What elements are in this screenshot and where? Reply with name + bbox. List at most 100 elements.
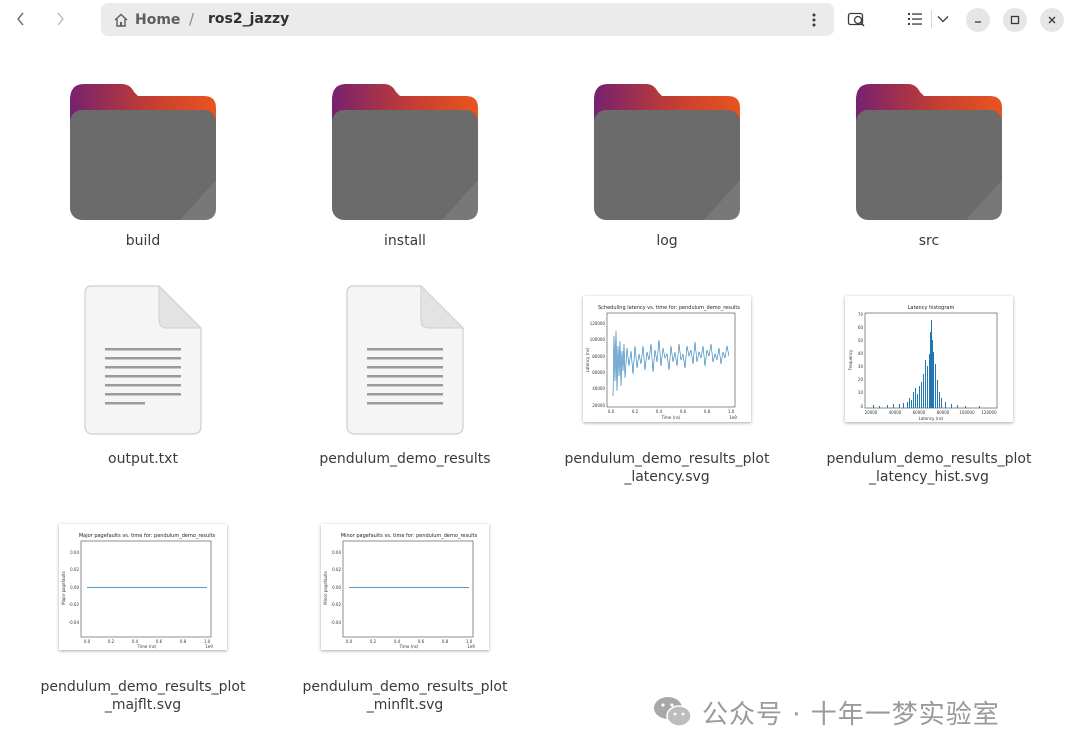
x-tick: 40000 <box>889 410 902 415</box>
file-label: pendulum_demo_results_plot _majflt.svg <box>28 678 258 714</box>
file-label-line1: pendulum_demo_results_plot <box>826 451 1032 467</box>
back-button[interactable] <box>6 4 36 34</box>
folder-icon <box>856 84 1002 220</box>
x-tick: 0.4 <box>656 409 663 414</box>
y-tick: -0.02 <box>331 602 342 607</box>
path-menu-button[interactable] <box>802 7 826 32</box>
maximize-icon <box>1010 15 1020 25</box>
chevron-right-icon <box>57 12 64 26</box>
folder-item-log[interactable]: log <box>552 76 782 250</box>
folder-icon <box>70 84 216 220</box>
kebab-menu-icon <box>812 13 816 26</box>
plot-title: Minor pagefaults vs. time for: pendulum_… <box>341 533 478 539</box>
y-tick: 40000 <box>592 386 605 391</box>
path-home-label: Home <box>135 11 181 28</box>
file-item-plot-latency-hist[interactable]: Latency histogram 70 60 50 40 30 20 10 0… <box>814 296 1044 486</box>
folder-item-install[interactable]: install <box>290 76 520 250</box>
forward-button[interactable] <box>45 4 75 34</box>
file-label-line2: _latency.svg <box>624 469 710 485</box>
scale-label: 1e9 <box>729 415 737 420</box>
list-view-icon <box>908 13 922 25</box>
search-button[interactable] <box>844 5 870 33</box>
x-label: Time (ns) <box>399 644 419 649</box>
wechat-icon <box>654 697 692 727</box>
y-label: Latency (ns) <box>585 347 590 372</box>
plot-title: Latency histogram <box>908 305 955 311</box>
x-tick: 120000 <box>981 410 997 415</box>
x-tick: 0.2 <box>108 639 115 644</box>
x-tick: 0.6 <box>680 409 687 414</box>
x-tick: 60000 <box>913 410 926 415</box>
header-separator <box>931 10 932 28</box>
latency-series-line <box>612 330 730 397</box>
watermark: 公众号 · 十年一梦实验室 <box>652 692 1000 732</box>
histogram-bars <box>873 320 980 408</box>
view-options-button[interactable] <box>934 5 952 33</box>
x-tick: 100000 <box>959 410 975 415</box>
maximize-button[interactable] <box>1003 8 1027 32</box>
x-tick: 80000 <box>937 410 950 415</box>
file-label-line2: _majflt.svg <box>104 697 182 713</box>
view-toggle-button[interactable] <box>903 5 927 33</box>
y-tick: 100000 <box>590 337 606 342</box>
file-label: pendulum_demo_results_plot _minflt.svg <box>290 678 520 714</box>
y-tick: -0.02 <box>69 602 80 607</box>
y-tick: 120000 <box>590 321 606 326</box>
file-item-plot-majflt[interactable]: Major pagefaults vs. time for: pendulum_… <box>28 524 258 714</box>
file-item-pendulum-demo-results[interactable]: pendulum_demo_results <box>290 284 520 468</box>
svg-thumbnail: Minor pagefaults vs. time for: pendulum_… <box>321 524 489 650</box>
minimize-icon <box>975 21 981 23</box>
svg-thumbnail: Latency histogram 70 60 50 40 30 20 10 0… <box>845 296 1013 422</box>
plot-title: Major pagefaults vs. time for: pendulum_… <box>79 533 216 539</box>
path-bar: Home / ros2_jazzy <box>101 3 834 36</box>
minflt-plot-thumbnail: Minor pagefaults vs. time for: pendulum_… <box>323 533 478 649</box>
y-tick: 0.00 <box>332 585 341 590</box>
latency-histogram-thumbnail: Latency histogram 70 60 50 40 30 20 10 0… <box>848 305 998 421</box>
x-tick: 0.8 <box>442 639 449 644</box>
y-tick: 40 <box>858 351 864 356</box>
file-label: pendulum_demo_results <box>319 451 491 467</box>
home-icon <box>114 13 128 27</box>
folder-icon <box>332 84 478 220</box>
y-tick: 0 <box>860 404 863 409</box>
search-icon <box>847 12 865 27</box>
file-label-line1: pendulum_demo_results_plot <box>564 451 770 467</box>
file-label-line1: pendulum_demo_results_plot <box>302 679 508 695</box>
majflt-plot-thumbnail: Major pagefaults vs. time for: pendulum_… <box>61 533 216 649</box>
y-label: Minor pagefaults <box>323 571 328 605</box>
svg-thumbnail: Scheduling latency vs. time for: pendulu… <box>583 296 751 422</box>
file-item-output-txt[interactable]: output.txt <box>28 284 258 468</box>
x-label: Latency (ns) <box>919 416 944 421</box>
x-label: Time (ns) <box>137 644 157 649</box>
y-tick: -0.04 <box>331 620 342 625</box>
close-icon <box>1048 16 1056 24</box>
y-tick: 60 <box>858 325 864 330</box>
x-tick: 0.8 <box>180 639 187 644</box>
x-tick: 1.0 <box>728 409 735 414</box>
path-separator: / <box>189 10 195 28</box>
file-item-plot-minflt[interactable]: Minor pagefaults vs. time for: pendulum_… <box>290 524 520 714</box>
x-tick: 20000 <box>865 410 878 415</box>
plot-title: Scheduling latency vs. time for: pendulu… <box>598 305 740 311</box>
folder-label: src <box>918 233 940 249</box>
path-home-button[interactable]: Home <box>113 3 180 36</box>
folder-item-src[interactable]: src <box>814 76 1044 250</box>
text-file-icon <box>84 284 203 435</box>
x-tick: 0.0 <box>346 639 353 644</box>
folder-item-build[interactable]: build <box>28 76 258 250</box>
file-item-plot-latency[interactable]: Scheduling latency vs. time for: pendulu… <box>552 296 782 486</box>
path-current-folder[interactable]: ros2_jazzy <box>208 11 289 27</box>
chevron-down-icon <box>937 16 949 23</box>
file-label-line1: pendulum_demo_results_plot <box>40 679 246 695</box>
y-tick: 0.00 <box>70 585 79 590</box>
close-button[interactable] <box>1040 8 1064 32</box>
folder-label: build <box>125 233 161 249</box>
minimize-button[interactable] <box>966 8 990 32</box>
y-tick: 60000 <box>592 370 605 375</box>
watermark-text: 公众号 · 十年一梦实验室 <box>702 699 1000 730</box>
svg-thumbnail: Major pagefaults vs. time for: pendulum_… <box>59 524 227 650</box>
x-label: Time (ns) <box>661 415 681 420</box>
folder-label: install <box>384 233 426 249</box>
y-tick: 20000 <box>592 403 605 408</box>
y-tick: 20 <box>858 377 864 382</box>
